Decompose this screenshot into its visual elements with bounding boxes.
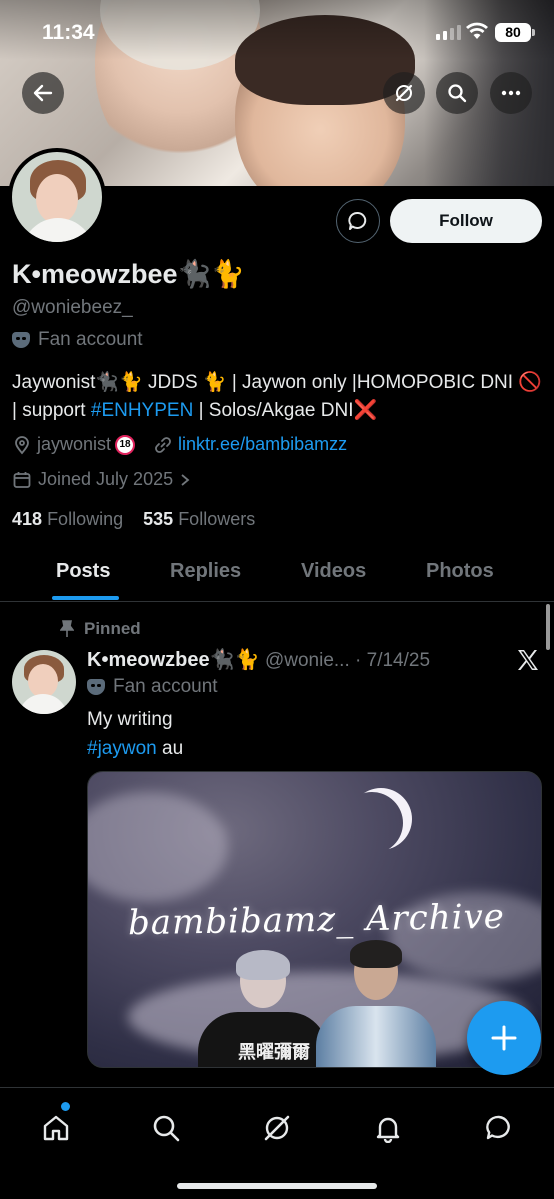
grok-icon — [264, 1115, 290, 1141]
nav-search[interactable] — [144, 1106, 188, 1150]
bio-text-part2: | Solos/Akgae DNI❌ — [193, 400, 378, 421]
nav-messages[interactable] — [477, 1106, 521, 1150]
tab-videos[interactable]: Videos — [301, 560, 366, 583]
profile-joined-date: Joined July 2025 — [38, 469, 174, 489]
message-button[interactable] — [336, 199, 380, 243]
post-author-affiliation: Fan account — [87, 676, 218, 698]
profile-display-name: K•meowzbee🐈‍⬛🐈 — [12, 259, 245, 289]
profile-location: jaywonist — [37, 434, 112, 454]
status-time: 11:34 — [42, 21, 95, 44]
avatar-shirt — [22, 218, 94, 242]
grok-button[interactable] — [383, 72, 425, 114]
profile-search-button[interactable] — [436, 72, 478, 114]
media-cloud — [88, 792, 228, 902]
media-person-left-hair — [236, 950, 290, 980]
pinned-label: Pinned — [84, 619, 141, 638]
fan-mask-icon — [87, 679, 105, 695]
followers-label: Followers — [178, 509, 256, 529]
media-person-left: 黑曜彌爾 — [198, 950, 328, 1067]
more-button[interactable] — [490, 72, 532, 114]
post-text-after-hashtag: au — [156, 738, 184, 759]
chat-icon — [486, 1115, 510, 1140]
post-hashtag-link[interactable]: #jaywon — [87, 738, 157, 759]
message-icon — [348, 212, 367, 230]
cellular-signal-icon — [436, 25, 461, 40]
tab-replies[interactable]: Replies — [170, 560, 241, 583]
profile-tabs: Posts Replies Videos Photos — [0, 548, 554, 602]
avatar-face — [36, 174, 78, 224]
profile-joined-row[interactable]: Joined July 2025 — [12, 469, 191, 490]
battery-cap — [532, 29, 535, 36]
nav-home[interactable] — [34, 1106, 78, 1150]
post-avatar-face — [28, 664, 58, 698]
post-header: K•meowzbee🐈‍⬛🐈 @wonie... · 7/14/25 — [87, 647, 430, 672]
plus-icon — [491, 1025, 517, 1051]
media-title-text: bambibamz_ Archive — [127, 896, 506, 944]
back-arrow-icon — [33, 84, 53, 102]
nav-grok[interactable] — [255, 1106, 299, 1150]
followers-count: 535 — [143, 509, 174, 529]
search-icon — [153, 1115, 180, 1142]
follow-button[interactable]: Follow — [390, 199, 542, 243]
grok-icon — [395, 84, 413, 102]
home-indicator[interactable] — [177, 1183, 377, 1189]
media-person-right-hair — [350, 940, 402, 968]
fan-mask-icon — [12, 332, 30, 348]
profile-meta-row: jaywonist 18 linktr.ee/bambibamzz — [12, 434, 347, 455]
tab-posts[interactable]: Posts — [56, 560, 110, 583]
following-label: Following — [47, 509, 124, 529]
media-person-right — [316, 940, 436, 1067]
status-bar: 11:34 80 — [0, 0, 554, 62]
home-icon — [43, 1115, 69, 1141]
search-icon — [448, 84, 467, 103]
profile-label-text: Fan account — [38, 329, 143, 350]
more-icon — [501, 90, 521, 96]
media-shirt-text: 黑曜彌爾 — [238, 1042, 310, 1062]
profile-bio: Jaywonist🐈‍⬛🐈 JDDS 🐈 | Jaywon only |HOMO… — [12, 369, 542, 425]
follow-counts: 418 Following 535 Followers — [12, 509, 255, 530]
age-18-badge: 18 — [115, 434, 136, 455]
wifi-icon — [466, 22, 488, 39]
post-text: My writing #jaywon au — [87, 705, 183, 763]
x-logo-icon — [518, 650, 538, 670]
chevron-right-icon — [181, 473, 190, 486]
post-text-line1: My writing — [87, 709, 173, 730]
profile-website-link[interactable]: linktr.ee/bambibamzz — [178, 434, 347, 455]
calendar-icon — [13, 471, 31, 488]
post-avatar-shirt — [18, 694, 68, 714]
media-crescent-moon — [350, 788, 412, 850]
followers-stat[interactable]: 535 Followers — [143, 509, 255, 529]
nav-notifications[interactable] — [366, 1106, 410, 1150]
pinned-indicator: Pinned — [60, 619, 141, 639]
scrollbar[interactable] — [546, 604, 550, 650]
post-author-name[interactable]: K•meowzbee🐈‍⬛🐈 — [87, 649, 259, 671]
media-person-right-body — [316, 1006, 436, 1067]
battery-indicator: 80 — [495, 23, 531, 42]
post-author-label: Fan account — [113, 676, 218, 697]
compose-button[interactable] — [467, 1001, 541, 1075]
pin-icon — [60, 620, 74, 637]
back-button[interactable] — [22, 72, 64, 114]
bell-icon — [376, 1117, 400, 1143]
profile-handle: @woniebeez_ — [12, 297, 133, 318]
following-stat[interactable]: 418 Following — [12, 509, 123, 529]
profile-avatar[interactable] — [8, 148, 106, 246]
bio-hashtag-link[interactable]: #ENHYPEN — [91, 400, 193, 421]
post-author-avatar[interactable] — [12, 650, 76, 714]
location-pin-icon — [15, 435, 29, 454]
post-author-handle-date[interactable]: @wonie... · 7/14/25 — [265, 650, 430, 671]
tab-photos[interactable]: Photos — [426, 560, 494, 583]
home-notification-dot — [61, 1102, 70, 1111]
link-icon — [155, 436, 171, 453]
following-count: 418 — [12, 509, 43, 529]
profile-affiliation-label[interactable]: Fan account — [12, 329, 143, 351]
active-tab-indicator — [52, 596, 119, 600]
